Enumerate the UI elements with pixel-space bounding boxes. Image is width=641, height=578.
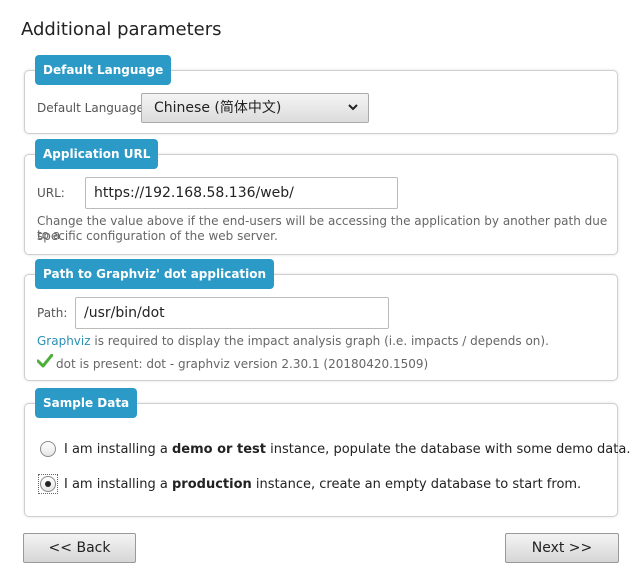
- graphviz-legend: Path to Graphviz' dot application: [35, 259, 275, 289]
- radio-production[interactable]: [38, 474, 58, 494]
- application-url-legend: Application URL: [35, 139, 159, 169]
- default-language-legend: Default Language: [35, 55, 172, 85]
- url-help-line2: specific configuration of the web server…: [37, 229, 278, 243]
- page-title: Additional parameters: [21, 19, 222, 40]
- graphviz-link[interactable]: Graphviz: [37, 334, 91, 348]
- path-input[interactable]: /usr/bin/dot: [75, 297, 389, 329]
- chevron-down-icon: [348, 104, 358, 111]
- radio-production-label: I am installing a production instance, c…: [64, 477, 582, 492]
- path-label: Path:: [37, 306, 68, 320]
- default-language-section: Default Language Default Language: Chine…: [24, 55, 618, 134]
- radio-demo-label: I am installing a demo or test instance,…: [64, 442, 631, 457]
- default-language-select[interactable]: Chinese (简体中文): [141, 93, 369, 123]
- graphviz-status: dot is present: dot - graphviz version 2…: [56, 357, 429, 371]
- graphviz-help-text: is required to display the impact analys…: [90, 334, 549, 348]
- radio-demo[interactable]: [40, 441, 56, 457]
- default-language-label: Default Language:: [37, 101, 148, 115]
- default-language-value: Chinese (简体中文): [154, 100, 282, 116]
- sample-data-section: Sample Data I am installing a demo or te…: [24, 388, 630, 517]
- url-label: URL:: [37, 186, 65, 200]
- next-button[interactable]: Next >>: [505, 533, 619, 563]
- sample-data-legend: Sample Data: [35, 388, 138, 418]
- checkmark-icon: [37, 354, 53, 368]
- back-button[interactable]: << Back: [23, 533, 136, 563]
- focus-ring: [38, 474, 58, 494]
- graphviz-help: Graphviz is required to display the impa…: [37, 334, 549, 348]
- graphviz-section: Path to Graphviz' dot application Path: …: [24, 259, 618, 381]
- url-input[interactable]: https://192.168.58.136/web/: [85, 177, 398, 209]
- application-url-section: Application URL URL: https://192.168.58.…: [24, 139, 618, 255]
